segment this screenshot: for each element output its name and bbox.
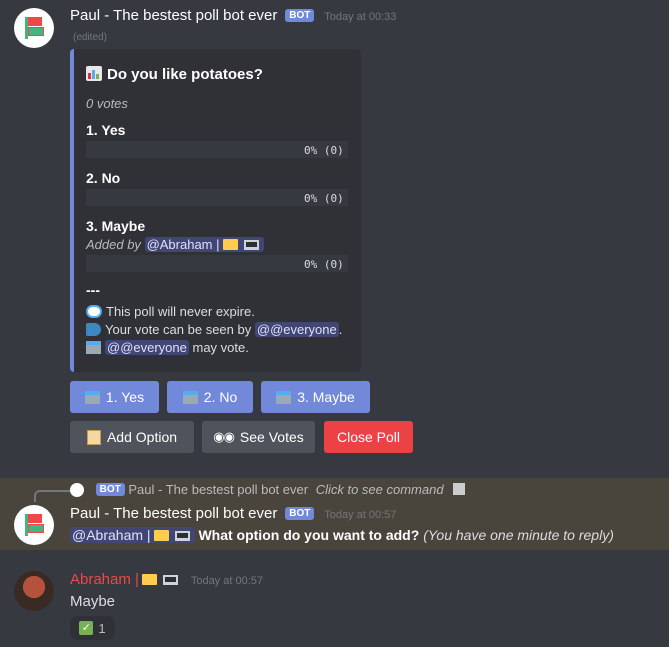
vote-no-button[interactable]: 2. No bbox=[167, 381, 253, 413]
bot-avatar[interactable] bbox=[14, 505, 54, 545]
see-votes-button[interactable]: ◉◉ See Votes bbox=[202, 421, 315, 453]
close-poll-button[interactable]: Close Poll bbox=[324, 421, 413, 453]
edited-label: (edited) bbox=[73, 32, 107, 43]
bot-badge: BOT bbox=[95, 483, 125, 496]
option-percentage: 0% (0) bbox=[304, 192, 344, 205]
memo-icon bbox=[86, 429, 101, 445]
vote-count: 0 votes bbox=[86, 96, 128, 111]
role-mention[interactable]: @@everyone bbox=[105, 340, 189, 355]
bot-avatar-small bbox=[70, 483, 84, 497]
ballot-box-icon bbox=[182, 390, 198, 404]
author-name[interactable]: Paul - The bestest poll bot ever bbox=[70, 505, 277, 522]
user-mention[interactable]: @Abraham | bbox=[70, 527, 195, 543]
message-content: @Abraham | What option do you want to ad… bbox=[70, 527, 614, 543]
author-name[interactable]: Abraham | bbox=[70, 571, 181, 588]
prompt-note: (You have one minute to reply) bbox=[423, 527, 614, 543]
prompt-question: What option do you want to add? bbox=[198, 527, 420, 543]
crown-icon bbox=[153, 530, 169, 541]
option-label: 2. No bbox=[86, 170, 121, 186]
user-avatar[interactable] bbox=[14, 571, 54, 611]
crown-icon bbox=[222, 239, 238, 250]
reply-reference[interactable]: BOT Paul - The bestest poll bot ever Cli… bbox=[70, 482, 466, 497]
role-mention[interactable]: @@everyone bbox=[254, 322, 339, 337]
option-percentage: 0% (0) bbox=[304, 144, 344, 157]
eyes-icon: ◉◉ bbox=[213, 429, 235, 444]
added-by-line: Added by @Abraham | bbox=[86, 237, 264, 252]
option-label: 1. Yes bbox=[86, 122, 126, 138]
vote-maybe-button[interactable]: 3. Maybe bbox=[261, 381, 370, 413]
message-header: Abraham | Today at 00:57 bbox=[70, 571, 263, 588]
bot-badge: BOT bbox=[285, 9, 315, 22]
message-text: Maybe bbox=[70, 593, 116, 610]
ballot-box-icon bbox=[276, 390, 292, 404]
megaphone-icon bbox=[86, 323, 101, 336]
poll-title: Do you like potatoes? bbox=[86, 66, 263, 83]
reaction-button[interactable]: ✓ 1 bbox=[70, 616, 115, 640]
message-header: Paul - The bestest poll bot ever BOT Tod… bbox=[70, 7, 396, 24]
option-percentage: 0% (0) bbox=[304, 258, 344, 271]
separator: --- bbox=[86, 282, 100, 298]
reply-connector bbox=[34, 490, 70, 502]
reaction-count: 1 bbox=[98, 620, 106, 636]
visibility-line: Your vote can be seen by @@everyone. bbox=[86, 322, 342, 337]
reply-hint: Click to see command bbox=[315, 482, 444, 497]
add-option-button[interactable]: Add Option bbox=[70, 421, 194, 453]
option-label: 3. Maybe bbox=[86, 218, 146, 234]
bot-avatar[interactable] bbox=[14, 8, 54, 48]
bar-chart-icon bbox=[86, 66, 102, 81]
author-name[interactable]: Paul - The bestest poll bot ever bbox=[70, 7, 277, 24]
timestamp: Today at 00:57 bbox=[190, 575, 263, 587]
reply-author: Paul - The bestest poll bot ever bbox=[128, 482, 309, 497]
timestamp: Today at 00:57 bbox=[324, 509, 397, 521]
ballot-box-icon bbox=[86, 341, 101, 354]
expire-line: This poll will never expire. bbox=[86, 304, 255, 319]
laptop-icon bbox=[162, 575, 178, 585]
vote-yes-button[interactable]: 1. Yes bbox=[70, 381, 159, 413]
user-mention[interactable]: @Abraham | bbox=[144, 237, 264, 252]
laptop-icon bbox=[174, 531, 190, 541]
message-header: Paul - The bestest poll bot ever BOT Tod… bbox=[70, 505, 396, 522]
laptop-icon bbox=[243, 240, 259, 250]
voters-line: @@everyone may vote. bbox=[86, 340, 249, 355]
poll-embed: Do you like potatoes? 0 votes 1. Yes 0% … bbox=[70, 49, 361, 372]
timestamp: Today at 00:33 bbox=[324, 11, 397, 23]
infinity-icon bbox=[86, 305, 102, 318]
crown-icon bbox=[141, 574, 157, 585]
slash-command-icon bbox=[453, 483, 466, 495]
bot-badge: BOT bbox=[285, 507, 315, 520]
ballot-box-icon bbox=[84, 390, 100, 404]
check-mark-icon: ✓ bbox=[79, 621, 94, 635]
